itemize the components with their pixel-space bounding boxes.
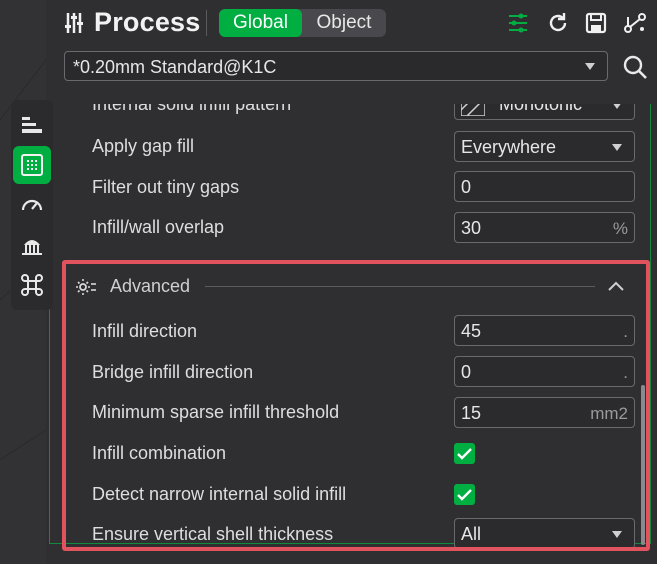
ensure-vertical-shell-thickness-select[interactable]: All xyxy=(454,518,635,549)
input-value: 30 xyxy=(461,218,482,238)
infill-wall-overlap-input[interactable]: 30 % xyxy=(454,212,635,243)
clipped-row-container: Internal solid infill pattern Monotonic xyxy=(49,104,651,120)
chevron-up-icon[interactable] xyxy=(607,280,625,292)
row-label: Filter out tiny gaps xyxy=(92,177,240,197)
infill-direction-input[interactable]: 45 . xyxy=(454,315,635,346)
apply-gap-fill-select[interactable]: Everywhere xyxy=(454,131,635,162)
row-label: Internal solid infill pattern xyxy=(92,104,292,114)
row-label: Bridge infill direction xyxy=(92,362,254,382)
chevron-down-icon xyxy=(612,531,622,538)
unit-label: mm2 xyxy=(590,404,628,423)
pattern-icon xyxy=(461,104,485,116)
settings-content: Internal solid infill pattern Monotonic … xyxy=(0,0,657,564)
row-label: Apply gap fill xyxy=(92,136,195,156)
select-value: All xyxy=(461,524,482,544)
checkmark-icon xyxy=(457,489,472,501)
input-value: 0 xyxy=(461,362,472,382)
input-value: 0 xyxy=(461,177,472,197)
advanced-settings-icon xyxy=(76,279,96,295)
chevron-down-icon xyxy=(612,144,622,151)
select-value: Monotonic xyxy=(499,104,583,114)
row-label: Ensure vertical shell thickness xyxy=(92,524,334,544)
chevron-down-icon xyxy=(612,104,622,109)
section-divider xyxy=(205,286,595,287)
row-label: Infill combination xyxy=(92,443,227,463)
unit-label: % xyxy=(612,219,628,238)
input-value: 45 xyxy=(461,321,482,341)
advanced-section-title: Advanced xyxy=(110,276,191,296)
unit-label: . xyxy=(623,322,628,341)
filter-tiny-gaps-input[interactable]: 0 xyxy=(454,171,635,202)
minimum-sparse-infill-threshold-input[interactable]: 15 mm2 xyxy=(454,397,635,428)
infill-combination-checkbox[interactable] xyxy=(454,443,475,464)
checkmark-icon xyxy=(457,448,472,460)
row-label: Infill direction xyxy=(92,321,198,341)
internal-solid-infill-pattern-select[interactable]: Monotonic xyxy=(454,104,635,120)
input-value: 15 xyxy=(461,403,482,423)
detect-narrow-internal-solid-infill-checkbox[interactable] xyxy=(454,484,475,505)
bridge-infill-direction-input[interactable]: 0 . xyxy=(454,356,635,387)
unit-label: . xyxy=(623,363,628,382)
select-value: Everywhere xyxy=(461,137,557,157)
scrollbar[interactable] xyxy=(641,385,645,545)
row-label: Infill/wall overlap xyxy=(92,217,225,237)
row-label: Minimum sparse infill threshold xyxy=(92,402,340,422)
row-label: Detect narrow internal solid infill xyxy=(92,484,347,504)
